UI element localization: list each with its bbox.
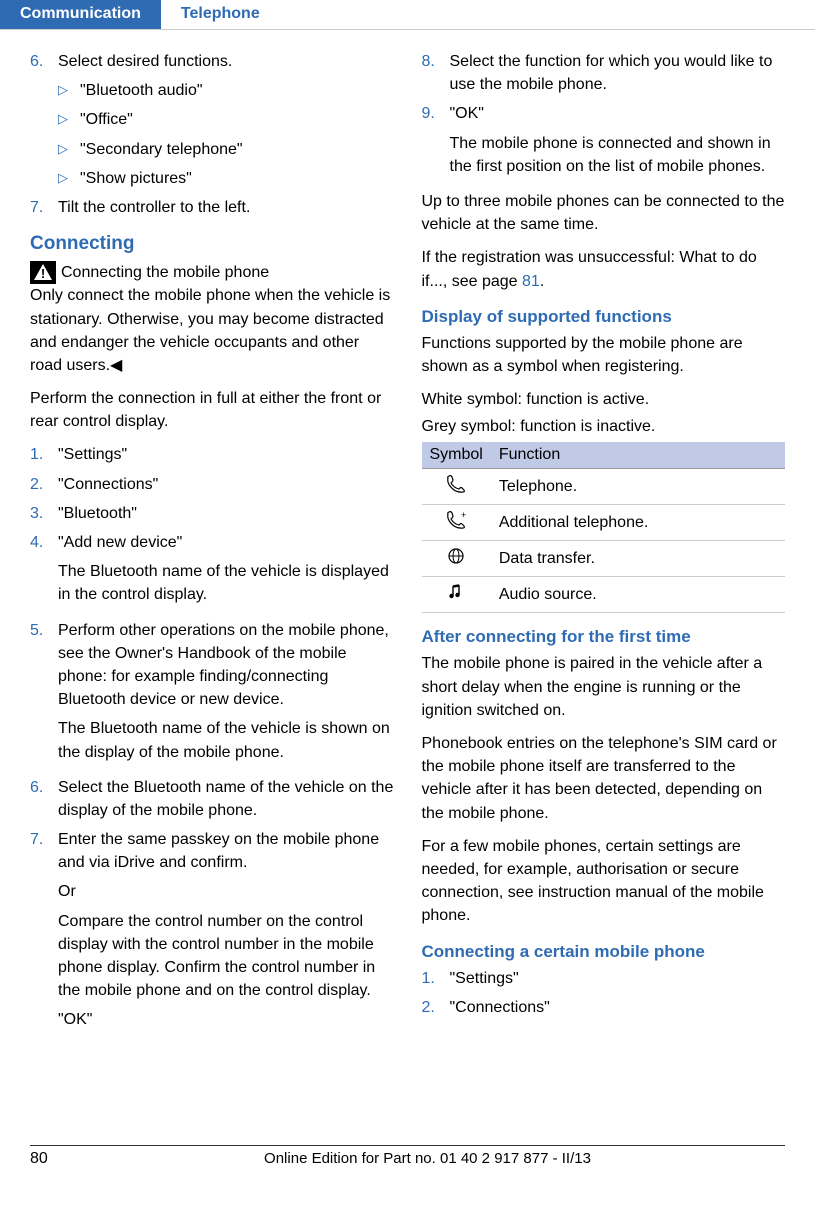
list-text: "Bluetooth" <box>58 502 394 525</box>
list-item: 2."Connections" <box>30 473 394 496</box>
sub-text: "Office" <box>80 108 133 131</box>
sub-item: ▷"Office" <box>58 108 394 131</box>
list-item: 4."Add new device" The Bluetooth name of … <box>30 531 394 613</box>
triangle-marker-icon: ▷ <box>58 79 80 102</box>
list-para: "OK" <box>58 1008 394 1031</box>
list-para: The Bluetooth name of the vehicle is dis… <box>58 560 394 606</box>
th-symbol: Symbol <box>422 442 491 469</box>
list-text: Select the function for which you would … <box>450 50 786 96</box>
paragraph: White symbol: function is active. <box>422 388 786 411</box>
list-item: 1."Settings" <box>30 443 394 466</box>
text-fragment: . <box>540 273 544 290</box>
warning-title: Connecting the mobile phone <box>61 264 269 281</box>
list-text: "Settings" <box>58 443 394 466</box>
list-number: 5. <box>30 619 58 770</box>
data-transfer-icon <box>445 547 467 565</box>
td-function: Data transfer. <box>491 541 785 577</box>
list-number: 1. <box>30 443 58 466</box>
tab-telephone: Telephone <box>161 0 280 29</box>
heading-connecting: Connecting <box>30 233 394 255</box>
telephone-icon <box>445 475 467 493</box>
list-number: 7. <box>30 828 58 1038</box>
list-item: 8.Select the function for which you woul… <box>422 50 786 96</box>
list-item: 6. Select desired functions. <box>30 50 394 73</box>
list-number: 6. <box>30 50 58 73</box>
paragraph: Grey symbol: function is inactive. <box>422 415 786 438</box>
svg-text:+: + <box>461 511 466 520</box>
page-number: 80 <box>30 1150 70 1168</box>
paragraph: Functions supported by the mobile phone … <box>422 332 786 378</box>
triangle-marker-icon: ▷ <box>58 167 80 190</box>
list-text: Select the Bluetooth name of the vehicle… <box>58 776 394 822</box>
svg-text:!: ! <box>41 266 45 281</box>
triangle-marker-icon: ▷ <box>58 108 80 131</box>
heading-display-supported: Display of supported functions <box>422 307 786 327</box>
additional-telephone-icon: + <box>445 511 467 529</box>
list-number: 7. <box>30 196 58 219</box>
paragraph: Up to three mobile phones can be connect… <box>422 190 786 236</box>
right-column: 8.Select the function for which you woul… <box>422 50 786 1044</box>
list-item: 1."Settings" <box>422 967 786 990</box>
warning-icon: ! <box>30 261 56 284</box>
list-text: "Connections" <box>58 473 394 496</box>
tab-communication: Communication <box>0 0 161 29</box>
sub-text: "Secondary telephone" <box>80 138 243 161</box>
function-table: SymbolFunction Telephone. + Additional te… <box>422 442 786 613</box>
th-function: Function <box>491 442 785 469</box>
list-para: The mobile phone is connected and shown … <box>450 132 786 178</box>
paragraph: If the registration was unsuccessful: Wh… <box>422 246 786 292</box>
page-footer: 80 Online Edition for Part no. 01 40 2 9… <box>0 1145 815 1168</box>
left-column: 6. Select desired functions. ▷"Bluetooth… <box>30 50 394 1044</box>
sub-item: ▷"Secondary telephone" <box>58 138 394 161</box>
header-tabs: Communication Telephone <box>0 0 815 30</box>
triangle-marker-icon: ▷ <box>58 138 80 161</box>
list-number: 2. <box>30 473 58 496</box>
list-text: Perform other operations on the mobile p… <box>58 619 394 712</box>
list-text: Select desired functions. <box>58 50 394 73</box>
audio-source-icon <box>445 583 467 601</box>
list-number: 3. <box>30 502 58 525</box>
paragraph: For a few mobile phones, certain setting… <box>422 835 786 928</box>
list-para: Or <box>58 880 394 903</box>
list-item: 5.Perform other operations on the mobile… <box>30 619 394 770</box>
sub-item: ▷"Bluetooth audio" <box>58 79 394 102</box>
list-text: "Connections" <box>450 996 786 1019</box>
page-link[interactable]: 81 <box>522 273 540 290</box>
list-para: Enter the same passkey on the mobile pho… <box>58 828 394 874</box>
paragraph: Phonebook entries on the telephone's SIM… <box>422 732 786 825</box>
list-text: Tilt the controller to the left. <box>58 196 394 219</box>
td-function: Audio source. <box>491 577 785 613</box>
footer-text: Online Edition for Part no. 01 40 2 917 … <box>70 1150 785 1167</box>
list-item: 7. Tilt the controller to the left. <box>30 196 394 219</box>
list-number: 4. <box>30 531 58 613</box>
heading-connecting-certain: Connecting a certain mobile phone <box>422 942 786 962</box>
td-function: Additional telephone. <box>491 505 785 541</box>
list-para: The Bluetooth name of the vehicle is sho… <box>58 717 394 763</box>
list-item: 3."Bluetooth" <box>30 502 394 525</box>
list-number: 1. <box>422 967 450 990</box>
heading-after-connecting: After connecting for the first time <box>422 627 786 647</box>
list-number: 8. <box>422 50 450 96</box>
paragraph: Perform the connection in full at either… <box>30 387 394 433</box>
list-text: "Add new device" <box>58 531 394 554</box>
list-para: Compare the control number on the contro… <box>58 910 394 1003</box>
list-item: 6.Select the Bluetooth name of the vehic… <box>30 776 394 822</box>
list-text: "Settings" <box>450 967 786 990</box>
list-number: 2. <box>422 996 450 1019</box>
list-number: 9. <box>422 102 450 184</box>
warning-box: ! Connecting the mobile phone Only conne… <box>30 261 394 377</box>
list-number: 6. <box>30 776 58 822</box>
list-item: 9."OK" The mobile phone is connected and … <box>422 102 786 184</box>
list-item: 7. Enter the same passkey on the mobile … <box>30 828 394 1038</box>
td-function: Telephone. <box>491 469 785 505</box>
sub-text: "Bluetooth audio" <box>80 79 203 102</box>
sub-item: ▷"Show pictures" <box>58 167 394 190</box>
list-text: "OK" <box>450 102 786 125</box>
warning-body: Only connect the mobile phone when the v… <box>30 287 390 374</box>
text-fragment: If the registration was unsuccessful: Wh… <box>422 249 757 289</box>
sub-text: "Show pictures" <box>80 167 192 190</box>
paragraph: The mobile phone is paired in the vehicl… <box>422 652 786 722</box>
list-item: 2."Connections" <box>422 996 786 1019</box>
